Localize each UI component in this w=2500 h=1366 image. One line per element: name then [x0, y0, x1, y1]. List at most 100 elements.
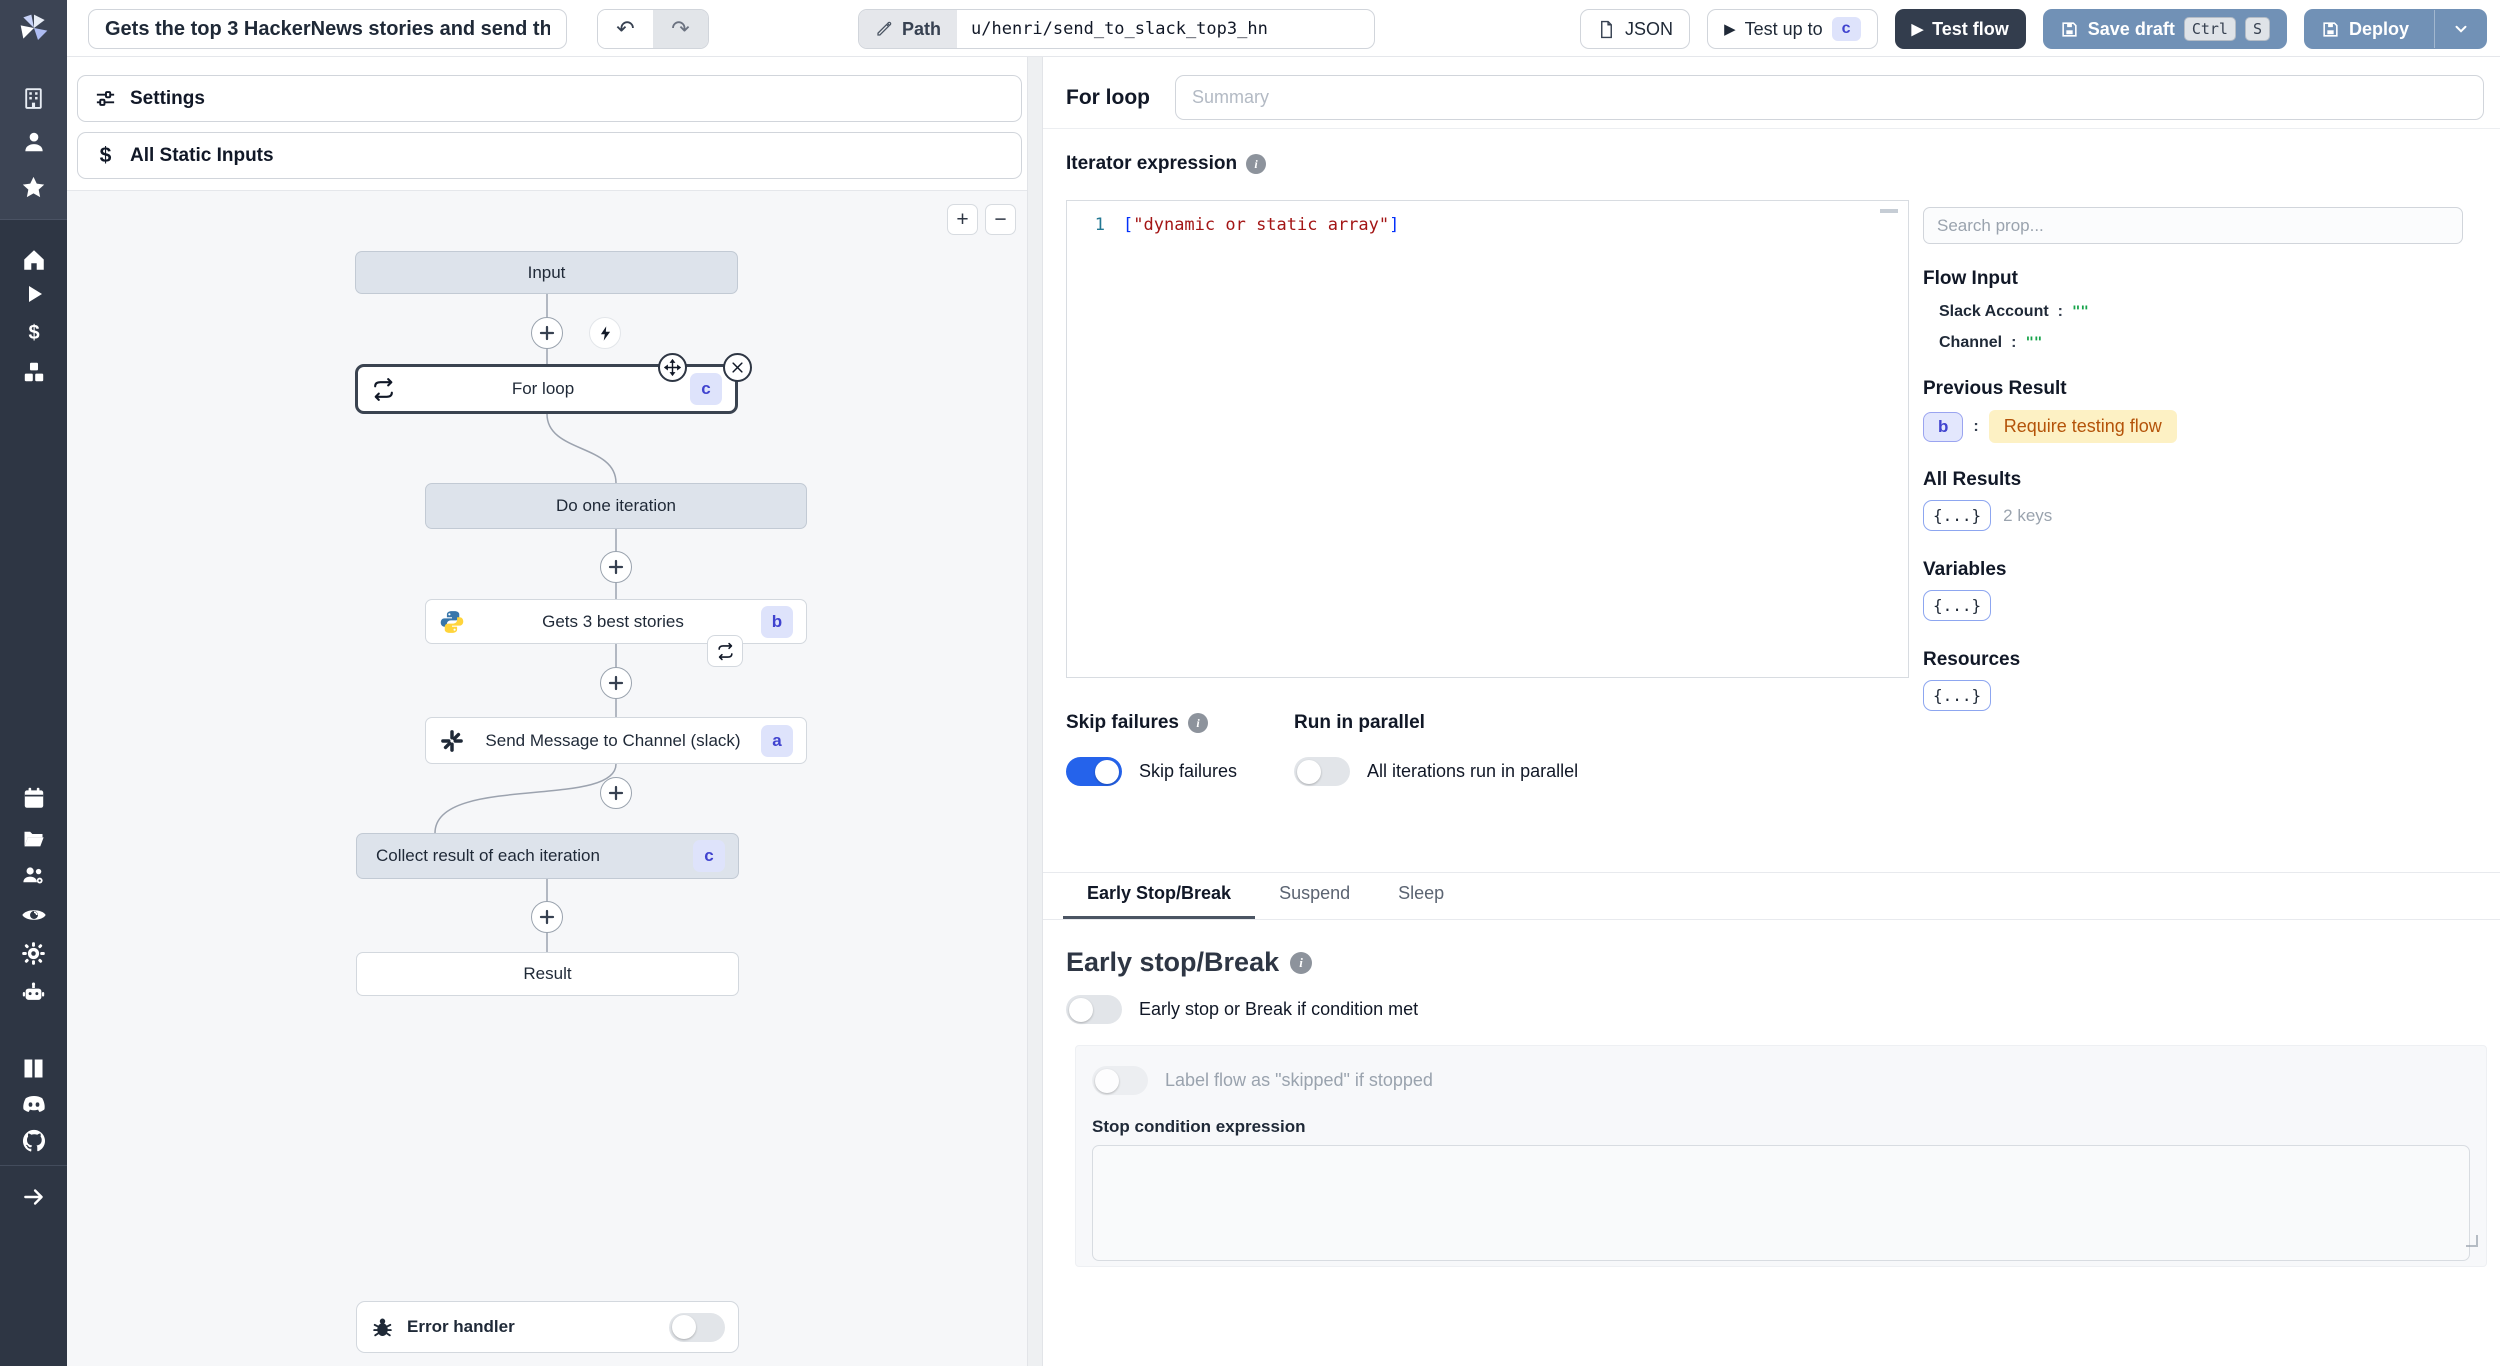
trigger-button[interactable]	[589, 317, 621, 349]
code-line: ["dynamic or static array"]	[1123, 215, 1400, 235]
test-up-to-button[interactable]: ▶ Test up to c	[1707, 9, 1878, 49]
resources-expander[interactable]: {...}	[1923, 680, 1992, 711]
lightning-bolt-icon	[600, 325, 610, 341]
add-step-button[interactable]	[600, 777, 632, 809]
sidebar-item-variables[interactable]: $	[0, 318, 67, 348]
all-results-count: 2 keys	[2003, 505, 2053, 525]
add-step-button[interactable]	[531, 317, 563, 349]
search-prop-input[interactable]	[1923, 207, 2463, 244]
prop-row[interactable]: Slack Account: ""	[1923, 303, 2468, 321]
error-handler-toggle[interactable]	[669, 1312, 725, 1342]
json-button[interactable]: JSON	[1580, 9, 1691, 49]
sidebar-item-groups[interactable]	[0, 860, 67, 890]
path-value: u/henri/send_to_slack_top3_hn	[971, 19, 1268, 39]
prop-row[interactable]: Channel: ""	[1923, 334, 2468, 352]
iterator-expression-label: Iterator expression i	[1066, 153, 1267, 175]
collapse-sidebar-button[interactable]	[0, 1182, 67, 1212]
tab-sleep[interactable]: Sleep	[1374, 873, 1468, 919]
iterator-expression-editor[interactable]: 1 ["dynamic or static array"]	[1066, 200, 1909, 678]
redo-button[interactable]: ↷	[653, 10, 708, 48]
run-in-parallel-toggle[interactable]	[1294, 757, 1350, 786]
chevron-down-icon	[2455, 25, 2466, 33]
sidebar-item-workspace[interactable]	[0, 83, 67, 113]
sidebar-item-github[interactable]	[0, 1126, 67, 1156]
sidebar-item-favorites[interactable]	[0, 172, 67, 202]
label-skipped-label: Label flow as "skipped" if stopped	[1165, 1070, 1433, 1090]
add-step-button[interactable]	[531, 901, 563, 933]
label-skipped-toggle[interactable]	[1092, 1066, 1148, 1095]
sidebar-item-docs[interactable]	[0, 1053, 67, 1083]
flow-node-gets-3-best-stories[interactable]: Gets 3 best stories b	[425, 599, 807, 644]
flow-node-do-one-iteration[interactable]: Do one iteration	[425, 483, 807, 529]
flow-title-input[interactable]	[88, 9, 567, 49]
delete-step-button[interactable]	[723, 353, 752, 382]
summary-input[interactable]	[1174, 75, 2484, 120]
skip-failures-toggle[interactable]	[1066, 757, 1122, 786]
node-label: Collect result of each iteration	[376, 846, 600, 865]
dollar-icon: $	[100, 144, 112, 167]
move-step-button[interactable]	[658, 353, 687, 382]
deploy-dropdown-button[interactable]	[2434, 10, 2486, 48]
sidebar-item-resources[interactable]	[0, 357, 67, 387]
sidebar-item-settings[interactable]	[0, 938, 67, 968]
save-icon	[2323, 21, 2338, 37]
resources-heading: Resources	[1923, 649, 2021, 670]
add-step-button[interactable]	[600, 551, 632, 583]
flow-canvas[interactable]: + − Input For loop c Do one iteration Ge…	[67, 190, 1027, 1366]
all-results-expander[interactable]: {...}	[1923, 500, 1992, 531]
flow-node-result[interactable]: Result	[356, 952, 739, 996]
add-step-button[interactable]	[600, 667, 632, 699]
undo-button[interactable]: ↶	[598, 10, 653, 48]
early-stop-heading: Early stop/Break i	[1066, 947, 1313, 978]
test-flow-button[interactable]: ▶ Test flow	[1894, 9, 2026, 49]
sidebar-item-discord[interactable]	[0, 1089, 67, 1119]
person-icon	[24, 132, 43, 152]
colon: :	[1973, 417, 1979, 435]
sidebar-item-folders[interactable]	[0, 823, 67, 853]
retry-indicator[interactable]	[707, 635, 743, 667]
node-label: Input	[527, 262, 566, 282]
flow-node-input[interactable]: Input	[355, 251, 738, 294]
app-logo[interactable]	[0, 0, 67, 57]
save-draft-button[interactable]: Save draft Ctrl S	[2042, 9, 2287, 49]
info-icon[interactable]: i	[1246, 154, 1267, 174]
test-up-to-label: Test up to	[1744, 18, 1823, 39]
run-in-parallel-label: All iterations run in parallel	[1367, 761, 1579, 781]
info-icon[interactable]: i	[1290, 951, 1313, 974]
loop-icon	[374, 377, 393, 401]
left-rail: $	[0, 57, 67, 1366]
star-icon	[22, 176, 45, 197]
tab-early-stop-break[interactable]: Early Stop/Break	[1063, 873, 1256, 919]
node-label: For loop	[511, 379, 575, 398]
step-id-badge: a	[761, 724, 793, 757]
all-static-inputs-row[interactable]: $ All Static Inputs	[77, 132, 1022, 179]
sidebar-item-workers[interactable]	[0, 977, 67, 1007]
sidebar-item-audit-logs[interactable]	[0, 900, 67, 930]
early-stop-toggle[interactable]	[1066, 995, 1122, 1024]
kbd-ctrl: Ctrl	[2183, 17, 2236, 41]
sidebar-item-runs[interactable]	[0, 279, 67, 309]
topbar: ↶ ↷ Path u/henri/send_to_slack_top3_hn J…	[0, 0, 2500, 57]
panel-resize-handle[interactable]	[1027, 57, 1043, 1366]
sidebar-item-schedules[interactable]	[0, 783, 67, 813]
sidebar-item-user[interactable]	[0, 127, 67, 157]
flow-settings-row[interactable]: Settings	[77, 75, 1022, 122]
require-testing-flow-pill[interactable]: Require testing flow	[1988, 410, 2177, 443]
tab-suspend[interactable]: Suspend	[1255, 873, 1374, 919]
previous-step-badge[interactable]: b	[1923, 411, 1964, 442]
info-icon[interactable]: i	[1188, 713, 1208, 733]
flow-node-send-message-slack[interactable]: Send Message to Channel (slack) a	[425, 717, 807, 764]
node-label: Error handler	[407, 1317, 515, 1336]
variables-expander[interactable]: {...}	[1923, 590, 1992, 621]
node-label: Send Message to Channel (slack)	[485, 730, 741, 750]
deploy-button[interactable]: Deploy	[2303, 9, 2487, 49]
sidebar-item-home[interactable]	[0, 245, 67, 275]
textarea-resize-handle[interactable]	[2466, 1235, 2478, 1247]
flow-node-collect-result[interactable]: Collect result of each iteration c	[356, 833, 739, 879]
flow-node-error-handler[interactable]: Error handler	[356, 1301, 739, 1353]
stop-condition-textarea[interactable]	[1092, 1145, 2470, 1261]
user-group-icon	[23, 866, 43, 883]
svg-text:$: $	[28, 322, 39, 344]
path-editor[interactable]: Path u/henri/send_to_slack_top3_hn	[858, 9, 1375, 49]
all-results-heading: All Results	[1923, 469, 2022, 490]
